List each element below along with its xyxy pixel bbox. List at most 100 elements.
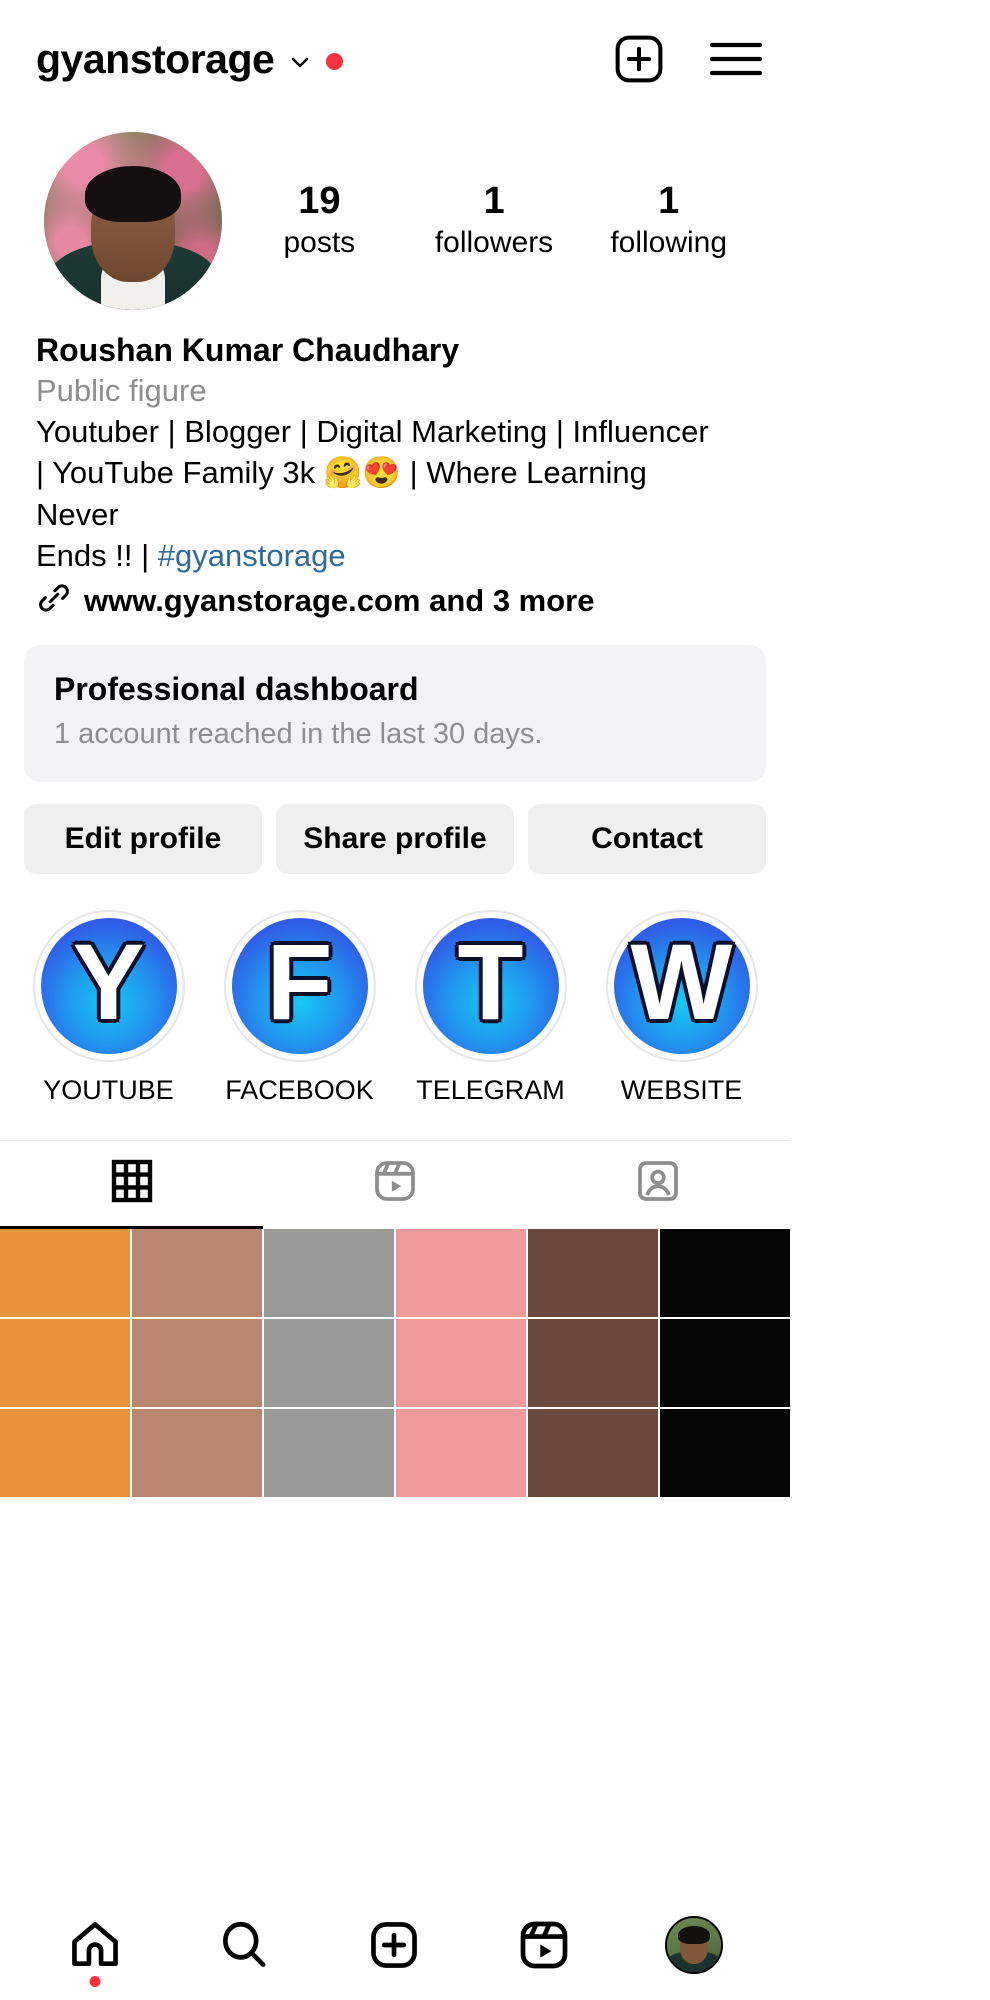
stat-label: following [610, 226, 728, 260]
dashboard-subtitle: 1 account reached in the last 30 days. [54, 717, 543, 750]
grid-post-17[interactable] [660, 1409, 790, 1498]
posts-grid [0, 1229, 790, 1498]
bio-section: Roushan Kumar Chaudhary Public figure Yo… [0, 310, 790, 621]
create-plus-icon [366, 1922, 422, 1977]
grid-post-15[interactable] [396, 1409, 526, 1498]
bio-line-2: | YouTube Family 3k 🤗😍 | Where Learning … [36, 455, 647, 532]
search-icon [216, 1921, 272, 1977]
stats-row: 19 posts 1 followers 1 following [232, 180, 756, 263]
nav-search[interactable] [216, 1917, 272, 1973]
grid-post-14[interactable] [264, 1409, 394, 1498]
link-chain-icon [36, 580, 72, 621]
highlight-facebook[interactable]: F FACEBOOK [209, 909, 390, 1106]
highlight-ring: W [605, 909, 758, 1062]
grid-post-13[interactable] [132, 1409, 262, 1498]
home-badge-dot [89, 1976, 101, 1987]
header-actions [612, 32, 764, 86]
edit-profile-button[interactable]: Edit profile [24, 803, 262, 874]
grid-post-6[interactable] [0, 1319, 130, 1408]
tagged-person-icon [634, 1157, 682, 1210]
share-profile-button[interactable]: Share profile [276, 803, 514, 874]
page-title: gyanstorage [36, 35, 275, 82]
highlight-label: TELEGRAM [416, 1074, 565, 1105]
nav-profile[interactable] [665, 1916, 724, 1974]
hamburger-menu-icon[interactable] [708, 38, 764, 80]
stat-followers[interactable]: 1 followers [407, 180, 582, 263]
instagram-profile-screen: gyanstorage 19 posts 1 followers 1 follo… [0, 0, 790, 2000]
grid-post-9[interactable] [396, 1319, 526, 1408]
stat-label: posts [283, 226, 356, 260]
dashboard-title: Professional dashboard [54, 671, 419, 708]
story-highlights: Y YOUTUBE F FACEBOOK T TELEGRAM W WEBSIT… [0, 874, 790, 1106]
highlight-cover: W [613, 917, 750, 1054]
plus-square-icon[interactable] [612, 32, 666, 86]
tab-grid[interactable] [0, 1141, 264, 1230]
tab-reels[interactable] [263, 1141, 526, 1229]
highlight-label: YOUTUBE [43, 1074, 174, 1105]
profile-tabs [0, 1140, 790, 1230]
nav-home[interactable] [67, 1917, 123, 1987]
account-switcher[interactable]: gyanstorage [36, 35, 612, 82]
bio-hashtag-link[interactable]: #gyanstorage [158, 538, 346, 573]
highlight-youtube[interactable]: Y YOUTUBE [18, 909, 199, 1106]
highlight-ring: Y [32, 909, 185, 1062]
stat-posts[interactable]: 19 posts [232, 180, 407, 263]
highlight-letter: Y [72, 920, 145, 1042]
highlight-label: FACEBOOK [225, 1074, 374, 1105]
reels-icon [371, 1157, 419, 1210]
website-link[interactable]: www.gyanstorage.com and 3 more [84, 583, 595, 619]
reels-icon [516, 1921, 572, 1977]
highlight-ring: T [414, 909, 567, 1062]
highlight-cover: F [231, 917, 368, 1054]
grid-post-12[interactable] [0, 1409, 130, 1498]
bottom-navigation [0, 1890, 790, 2000]
profile-summary: 19 posts 1 followers 1 following [0, 118, 790, 310]
bio-line-1: Youtuber | Blogger | Digital Marketing |… [36, 414, 709, 450]
stat-label: followers [434, 226, 554, 260]
profile-action-buttons: Edit profile Share profile Contact [0, 782, 790, 874]
grid-post-7[interactable] [132, 1319, 262, 1408]
stat-following[interactable]: 1 following [581, 180, 756, 263]
highlight-letter: F [266, 920, 333, 1042]
grid-icon [108, 1157, 156, 1210]
contact-button[interactable]: Contact [528, 803, 766, 874]
top-header: gyanstorage [0, 0, 790, 118]
bio-line-3: Ends !! | [36, 537, 158, 573]
full-name: Roushan Kumar Chaudhary [36, 332, 460, 368]
tab-tagged[interactable] [527, 1141, 790, 1229]
highlight-cover: Y [40, 917, 177, 1054]
external-link-row[interactable]: www.gyanstorage.com and 3 more [36, 580, 754, 621]
highlight-cover: T [422, 917, 559, 1054]
stat-value: 1 [658, 179, 680, 222]
grid-post-4[interactable] [528, 1229, 658, 1318]
profile-avatar [665, 1916, 724, 1974]
stat-value: 1 [483, 179, 505, 222]
avatar-hair [85, 165, 181, 222]
nav-create[interactable] [366, 1917, 422, 1973]
grid-post-11[interactable] [660, 1319, 790, 1408]
grid-post-8[interactable] [264, 1319, 394, 1408]
professional-dashboard-card[interactable]: Professional dashboard 1 account reached… [24, 645, 766, 782]
grid-post-0[interactable] [0, 1229, 130, 1318]
grid-post-3[interactable] [396, 1229, 526, 1318]
account-category: Public figure [36, 372, 207, 408]
page-background [790, 0, 990, 2000]
posts-grid-wrapper [0, 1229, 790, 1498]
highlight-telegram[interactable]: T TELEGRAM [400, 909, 581, 1106]
notification-dot [326, 52, 344, 70]
highlight-label: WEBSITE [620, 1074, 743, 1105]
nav-avatar-hair [678, 1925, 711, 1944]
grid-post-16[interactable] [528, 1409, 658, 1498]
grid-post-1[interactable] [132, 1229, 262, 1318]
chevron-down-icon[interactable] [288, 50, 312, 74]
grid-post-5[interactable] [660, 1229, 790, 1318]
nav-reels[interactable] [516, 1917, 572, 1973]
stat-value: 19 [298, 179, 341, 222]
grid-post-10[interactable] [528, 1319, 658, 1408]
highlight-ring: F [223, 909, 376, 1062]
home-icon [67, 1922, 123, 1977]
highlight-letter: W [630, 920, 733, 1042]
avatar[interactable] [44, 132, 222, 310]
grid-post-2[interactable] [264, 1229, 394, 1318]
highlight-website[interactable]: W WEBSITE [591, 909, 772, 1106]
